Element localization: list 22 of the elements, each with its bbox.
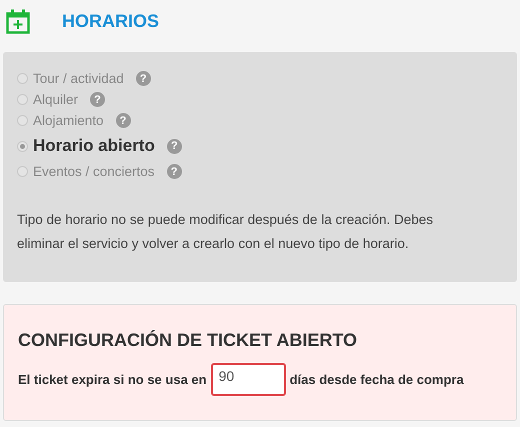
info-text: Tipo de horario no se puede modificar después de la creación. Debes eliminar el servicio y volver a crearlo con el nuevo tipo de horario. xyxy=(17,211,434,253)
help-icon[interactable]: ? xyxy=(116,113,131,128)
radio-button[interactable] xyxy=(17,140,28,152)
help-icon[interactable]: ? xyxy=(166,164,182,179)
help-icon[interactable]: ? xyxy=(136,71,151,86)
panel-title: CONFIGURACIÓN DE TICKET ABIERTO xyxy=(18,330,358,351)
option-label: Alojamiento xyxy=(33,113,104,128)
days-input-field[interactable]: 90 xyxy=(210,363,286,396)
option-label: Eventos / conciertos xyxy=(33,164,155,179)
section-title: HORARIOS xyxy=(62,10,160,32)
option-label: Horario abierto xyxy=(33,136,155,156)
help-icon[interactable]: ? xyxy=(90,92,106,107)
radio-button[interactable] xyxy=(17,166,28,177)
radio-button[interactable] xyxy=(17,115,28,126)
help-icon[interactable]: ? xyxy=(166,138,182,154)
option-label: Alquiler xyxy=(33,92,78,107)
field-label: El ticket expira si no se usa en xyxy=(18,372,207,387)
calendar-add-icon xyxy=(6,8,30,34)
field-label: días desde fecha de compra xyxy=(290,372,464,387)
option-label: Tour / actividad xyxy=(33,71,124,86)
radio-button[interactable] xyxy=(17,94,28,105)
radio-button[interactable] xyxy=(17,73,28,84)
